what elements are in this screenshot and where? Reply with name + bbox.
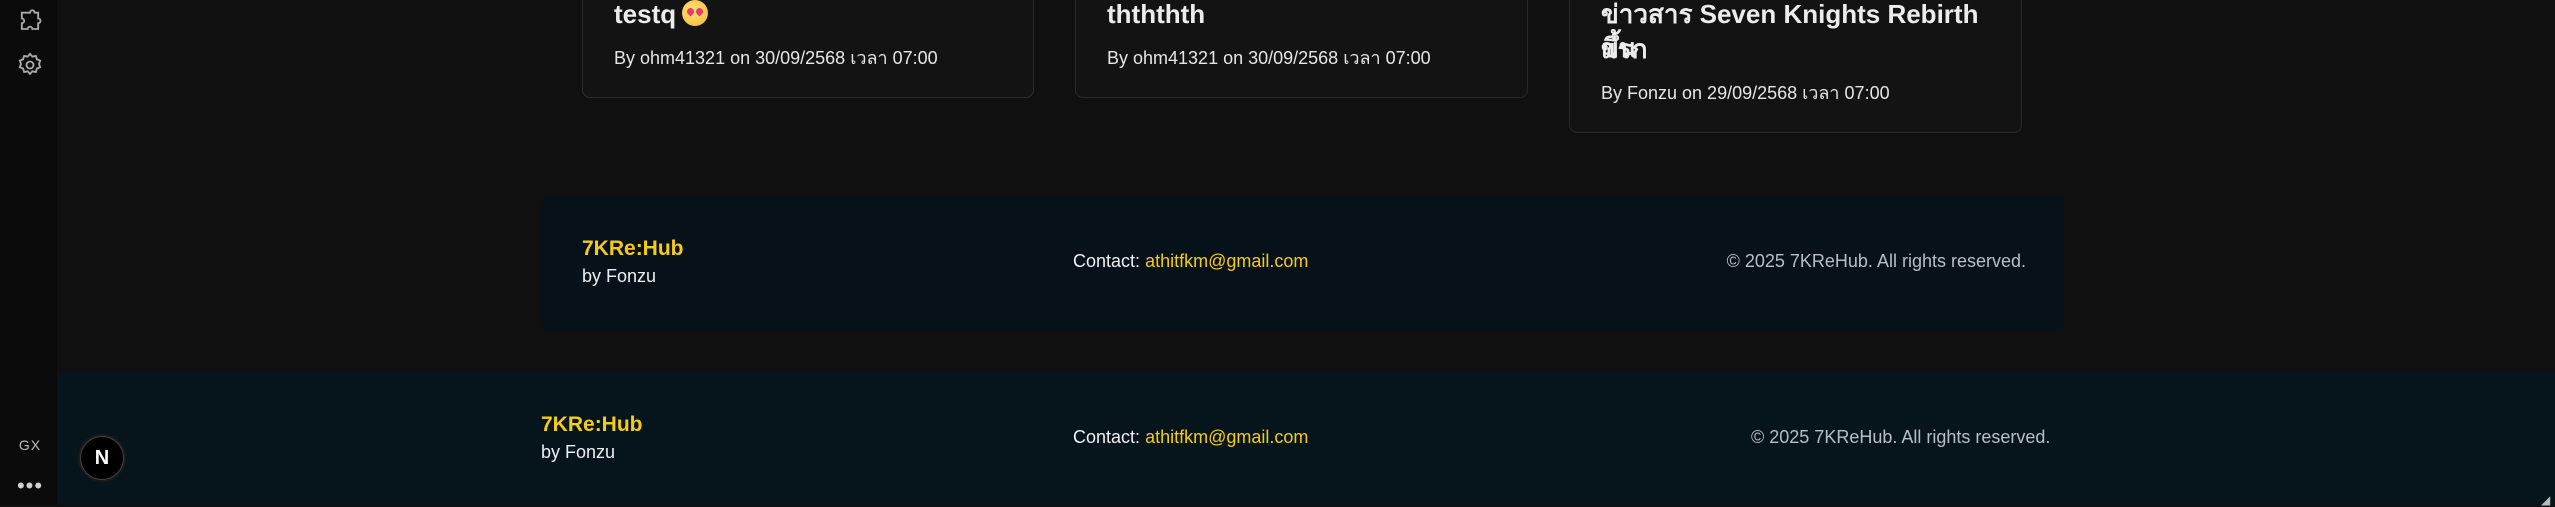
site-footer-outer: 7KRe:Hub by Fonzu Contact: athitfkm@gmai… <box>57 371 2555 505</box>
contact-email-link[interactable]: athitfkm@gmail.com <box>1145 427 1308 447</box>
footer-byline: by Fonzu <box>582 266 657 286</box>
site-footer-inner: 7KRe:Hub by Fonzu Contact: athitfkm@gmai… <box>541 196 2063 330</box>
resize-corner-icon: ◢ <box>2541 493 2551 507</box>
footer-brand[interactable]: 7KRe:Hub <box>582 237 684 261</box>
footer-copyright: © 2025 7KReHub. All rights reserved. <box>1726 251 2026 271</box>
footer-copyright: © 2025 7KReHub. All rights reserved. <box>1751 427 2051 447</box>
star-struck-emoji-icon <box>682 0 709 27</box>
news-card[interactable]: ข่าวสาร Seven Knights Rebirth ขึ้น แรก B… <box>1569 0 2022 133</box>
footer-byline: by Fonzu <box>541 442 616 462</box>
nextjs-dev-badge[interactable]: N <box>80 436 124 480</box>
news-card[interactable]: thththth By ohm41321 on 30/09/2568 เวลา … <box>1075 0 1528 98</box>
news-card-meta: By Fonzu on 29/09/2568 เวลา 07:00 <box>1601 83 1890 103</box>
footer-brand[interactable]: 7KRe:Hub <box>541 413 643 437</box>
browser-sidebar: GX ••• <box>0 0 58 505</box>
footer-contact: Contact: athitfkm@gmail.com <box>1073 251 1308 272</box>
more-menu-icon[interactable]: ••• <box>0 475 60 497</box>
contact-label: Contact: <box>1073 427 1141 447</box>
contact-label: Contact: <box>1073 251 1141 271</box>
news-card-title[interactable]: ข่าวสาร Seven Knights Rebirth ขึ้น <box>1601 0 2021 65</box>
footer-contact: Contact: athitfkm@gmail.com <box>1073 427 1308 448</box>
contact-email-link[interactable]: athitfkm@gmail.com <box>1145 251 1308 271</box>
news-card[interactable]: testq By ohm41321 on 30/09/2568 เวลา 07:… <box>582 0 1034 98</box>
puzzle-icon[interactable] <box>16 8 44 36</box>
news-card-meta: By ohm41321 on 30/09/2568 เวลา 07:00 <box>1107 48 1431 68</box>
news-card-title[interactable]: thththth <box>1107 0 1205 31</box>
gx-label[interactable]: GX <box>0 437 60 453</box>
news-card-meta: By ohm41321 on 30/09/2568 เวลา 07:00 <box>614 48 938 68</box>
news-card-title-continued[interactable]: แรก <box>1601 32 1647 66</box>
news-card-title[interactable]: testq <box>614 0 709 31</box>
gear-icon[interactable] <box>16 51 44 79</box>
